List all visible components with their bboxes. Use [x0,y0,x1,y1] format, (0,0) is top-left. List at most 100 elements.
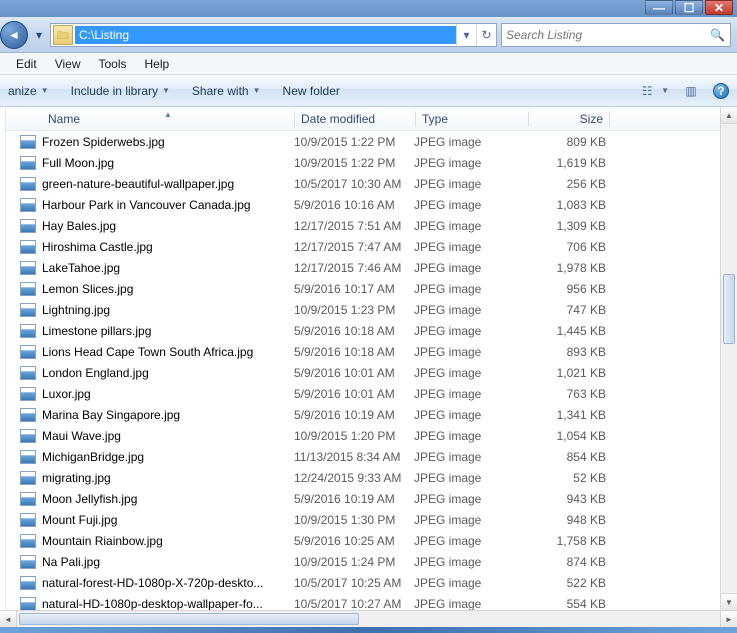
address-dropdown[interactable]: ▾ [456,24,476,46]
address-toolbar: ◄ ▾ ▾ ↻ 🔍 [0,17,737,53]
share-with-button[interactable]: Share with ▼ [192,84,261,98]
file-type-cell: JPEG image [414,324,526,338]
image-file-icon [20,576,36,590]
table-row[interactable]: Marina Bay Singapore.jpg5/9/2016 10:19 A… [6,404,720,425]
file-type-cell: JPEG image [414,408,526,422]
file-type-cell: JPEG image [414,345,526,359]
table-row[interactable]: Lemon Slices.jpg5/9/2016 10:17 AMJPEG im… [6,278,720,299]
table-row[interactable]: Maui Wave.jpg10/9/2015 1:20 PMJPEG image… [6,425,720,446]
help-button[interactable]: ? [713,83,729,99]
menu-view[interactable]: View [55,57,81,71]
file-size-cell: 1,309 KB [526,219,606,233]
file-type-cell: JPEG image [414,198,526,212]
file-size-cell: 809 KB [526,135,606,149]
table-row[interactable]: MichiganBridge.jpg11/13/2015 8:34 AMJPEG… [6,446,720,467]
maximize-icon: ☐ [684,1,695,15]
scroll-up-button[interactable]: ▲ [721,107,737,124]
scroll-thumb[interactable] [723,274,735,344]
share-label: Share with [192,84,249,98]
table-row[interactable]: Moon Jellyfish.jpg5/9/2016 10:19 AMJPEG … [6,488,720,509]
table-row[interactable]: green-nature-beautiful-wallpaper.jpg10/5… [6,173,720,194]
column-header-name[interactable]: ▲ Name [42,112,294,126]
scroll-right-button[interactable]: ► [720,611,737,627]
table-row[interactable]: Hay Bales.jpg12/17/2015 7:51 AMJPEG imag… [6,215,720,236]
column-header-size[interactable]: Size [529,112,609,126]
search-box[interactable]: 🔍 [501,23,731,47]
table-row[interactable]: Luxor.jpg5/9/2016 10:01 AMJPEG image763 … [6,383,720,404]
image-file-icon [20,135,36,149]
menu-edit[interactable]: Edit [16,57,37,71]
vertical-scrollbar[interactable]: ▲ ▼ [720,107,737,610]
image-file-icon [20,555,36,569]
file-date-cell: 10/5/2017 10:30 AM [294,177,414,191]
file-type-cell: JPEG image [414,576,526,590]
table-row[interactable]: natural-HD-1080p-desktop-wallpaper-fo...… [6,593,720,610]
new-folder-button[interactable]: New folder [283,84,340,98]
table-row[interactable]: migrating.jpg12/24/2015 9:33 AMJPEG imag… [6,467,720,488]
file-date-cell: 12/17/2015 7:51 AM [294,219,414,233]
file-date-cell: 10/9/2015 1:22 PM [294,135,414,149]
file-date-cell: 5/9/2016 10:18 AM [294,345,414,359]
table-row[interactable]: Lions Head Cape Town South Africa.jpg5/9… [6,341,720,362]
file-date-cell: 10/9/2015 1:22 PM [294,156,414,170]
preview-pane-button[interactable]: ▥ [681,81,701,101]
table-row[interactable]: natural-forest-HD-1080p-X-720p-deskto...… [6,572,720,593]
table-row[interactable]: Hiroshima Castle.jpg12/17/2015 7:47 AMJP… [6,236,720,257]
table-row[interactable]: Lightning.jpg10/9/2015 1:23 PMJPEG image… [6,299,720,320]
file-type-cell: JPEG image [414,366,526,380]
file-name-cell: Limestone pillars.jpg [42,324,294,338]
scroll-left-button[interactable]: ◄ [0,611,17,627]
image-file-icon [20,534,36,548]
table-row[interactable]: LakeTahoe.jpg12/17/2015 7:46 AMJPEG imag… [6,257,720,278]
status-strip [0,627,737,633]
table-row[interactable]: Mountain Riainbow.jpg5/9/2016 10:25 AMJP… [6,530,720,551]
image-file-icon [20,597,36,611]
file-type-cell: JPEG image [414,303,526,317]
file-size-cell: 1,054 KB [526,429,606,443]
file-date-cell: 10/9/2015 1:24 PM [294,555,414,569]
file-date-cell: 12/24/2015 9:33 AM [294,471,414,485]
preview-pane-icon: ▥ [685,84,696,98]
scroll-track[interactable] [17,611,720,627]
file-name-cell: Full Moon.jpg [42,156,294,170]
views-button[interactable]: ☷ ▼ [637,81,669,101]
scroll-thumb[interactable] [19,613,359,625]
file-date-cell: 10/9/2015 1:20 PM [294,429,414,443]
organize-button[interactable]: anize ▼ [8,84,49,98]
address-input[interactable] [75,26,456,44]
file-size-cell: 893 KB [526,345,606,359]
horizontal-scrollbar[interactable]: ◄ ► [0,610,737,627]
menu-tools[interactable]: Tools [98,57,126,71]
include-in-library-button[interactable]: Include in library ▼ [71,84,170,98]
table-row[interactable]: London England.jpg5/9/2016 10:01 AMJPEG … [6,362,720,383]
nav-history-dropdown[interactable]: ▾ [32,24,46,46]
minimize-button[interactable]: — [645,0,673,15]
column-header-type[interactable]: Type [416,112,528,126]
column-separator[interactable] [609,111,610,127]
table-row[interactable]: Frozen Spiderwebs.jpg10/9/2015 1:22 PMJP… [6,131,720,152]
table-row[interactable]: Full Moon.jpg10/9/2015 1:22 PMJPEG image… [6,152,720,173]
scroll-down-button[interactable]: ▼ [721,593,737,610]
search-icon: 🔍 [710,28,726,42]
table-row[interactable]: Harbour Park in Vancouver Canada.jpg5/9/… [6,194,720,215]
search-input[interactable] [506,28,710,42]
file-name-cell: green-nature-beautiful-wallpaper.jpg [42,177,294,191]
table-row[interactable]: Na Pali.jpg10/9/2015 1:24 PMJPEG image87… [6,551,720,572]
file-size-cell: 522 KB [526,576,606,590]
scroll-track[interactable] [721,124,737,593]
back-button[interactable]: ◄ [0,21,28,49]
address-bar[interactable]: ▾ ↻ [50,23,497,47]
column-header-date[interactable]: Date modified [295,112,415,126]
file-name-cell: Hay Bales.jpg [42,219,294,233]
table-row[interactable]: Mount Fuji.jpg10/9/2015 1:30 PMJPEG imag… [6,509,720,530]
maximize-button[interactable]: ☐ [675,0,703,15]
file-type-cell: JPEG image [414,534,526,548]
file-date-cell: 5/9/2016 10:19 AM [294,408,414,422]
refresh-button[interactable]: ↻ [476,24,496,46]
close-button[interactable]: ✕ [705,0,733,15]
file-size-cell: 1,083 KB [526,198,606,212]
table-row[interactable]: Limestone pillars.jpg5/9/2016 10:18 AMJP… [6,320,720,341]
image-file-icon [20,471,36,485]
menu-help[interactable]: Help [145,57,170,71]
file-type-cell: JPEG image [414,450,526,464]
